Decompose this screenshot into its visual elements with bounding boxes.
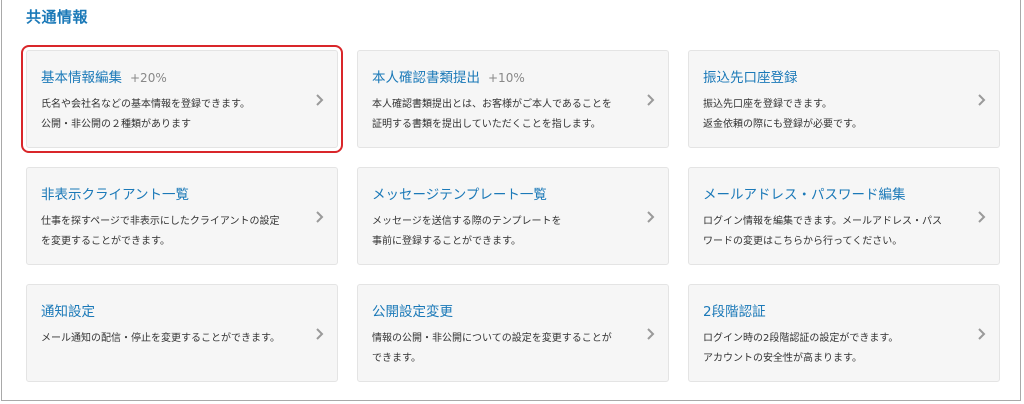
card-description: ログイン時の2段階認証の設定ができます。 アカウントの安全性が高まります。 — [703, 333, 899, 364]
card-title: 基本情報編集 — [41, 70, 122, 86]
section-title: 共通情報 — [26, 8, 89, 26]
card-title: メッセージテンプレート一覧 — [372, 187, 547, 203]
card-description: 本人確認書類提出とは、お客様がご本人であることを 証明する書類を提出していただく… — [372, 99, 612, 130]
card-title: 本人確認書類提出 — [372, 70, 480, 86]
card-title: メールアドレス・パスワード編集 — [703, 187, 906, 203]
card-basic-info-edit[interactable]: 基本情報編集 +20% 氏名や会社名などの基本情報を登録できます。 公開・非公開の… — [21, 45, 343, 153]
card-message-templates-list[interactable]: メッセージテンプレート一覧 メッセージを送信する際のテンプレートを 事前に登録す… — [357, 167, 669, 265]
card-description: 氏名や会社名などの基本情報を登録できます。 公開・非公開の２種類があります — [41, 99, 250, 130]
card-description: 振込先口座を登録できます。 返金依頼の際にも登録が必要です。 — [703, 99, 862, 130]
chevron-right-icon — [976, 210, 986, 224]
card-title: 通知設定 — [41, 304, 95, 320]
card-badge: +10% — [488, 71, 525, 85]
chevron-right-icon — [314, 327, 324, 341]
settings-card-grid: 基本情報編集 +20% 氏名や会社名などの基本情報を登録できます。 公開・非公開の… — [21, 45, 1000, 382]
card-title: 振込先口座登録 — [703, 70, 798, 86]
chevron-right-icon — [314, 93, 324, 107]
card-notification-settings[interactable]: 通知設定 メール通知の配信・停止を変更することができます。 — [26, 284, 338, 382]
card-description: ログイン情報を編集できます。メールアドレス・パス ワードの変更はこちらから行って… — [703, 216, 942, 247]
card-email-password-edit[interactable]: メールアドレス・パスワード編集 ログイン情報を編集できます。メールアドレス・パス… — [688, 167, 1000, 265]
card-title: 非表示クライアント一覧 — [41, 187, 189, 203]
card-description: 仕事を探すページで非表示にしたクライアントの設定 を変更することができます。 — [41, 216, 280, 247]
chevron-right-icon — [645, 93, 655, 107]
card-title: 公開設定変更 — [372, 304, 453, 320]
page-frame: 共通情報 基本情報編集 +20% 氏名や会社名などの基本情報を登録できます。 公開… — [1, 0, 1021, 401]
card-hidden-clients-list[interactable]: 非表示クライアント一覧 仕事を探すページで非表示にしたクライアントの設定 を変更… — [26, 167, 338, 265]
card-title: 2段階認証 — [703, 304, 766, 320]
card-visibility-settings[interactable]: 公開設定変更 情報の公開・非公開についての設定を変更することが できます。 — [357, 284, 669, 382]
card-bank-account-register[interactable]: 振込先口座登録 振込先口座を登録できます。 返金依頼の際にも登録が必要です。 — [688, 50, 1000, 148]
chevron-right-icon — [645, 210, 655, 224]
card-two-factor-auth[interactable]: 2段階認証 ログイン時の2段階認証の設定ができます。 アカウントの安全性が高まり… — [688, 284, 1000, 382]
card-badge: +20% — [130, 71, 167, 85]
card-identity-document-submit[interactable]: 本人確認書類提出 +10% 本人確認書類提出とは、お客様がご本人であることを 証明… — [357, 50, 669, 148]
card-description: 情報の公開・非公開についての設定を変更することが できます。 — [372, 333, 612, 364]
chevron-right-icon — [976, 93, 986, 107]
card-description: メール通知の配信・停止を変更することができます。 — [41, 333, 280, 344]
card-description: メッセージを送信する際のテンプレートを 事前に登録することができます。 — [372, 216, 562, 247]
chevron-right-icon — [976, 327, 986, 341]
chevron-right-icon — [314, 210, 324, 224]
chevron-right-icon — [645, 327, 655, 341]
